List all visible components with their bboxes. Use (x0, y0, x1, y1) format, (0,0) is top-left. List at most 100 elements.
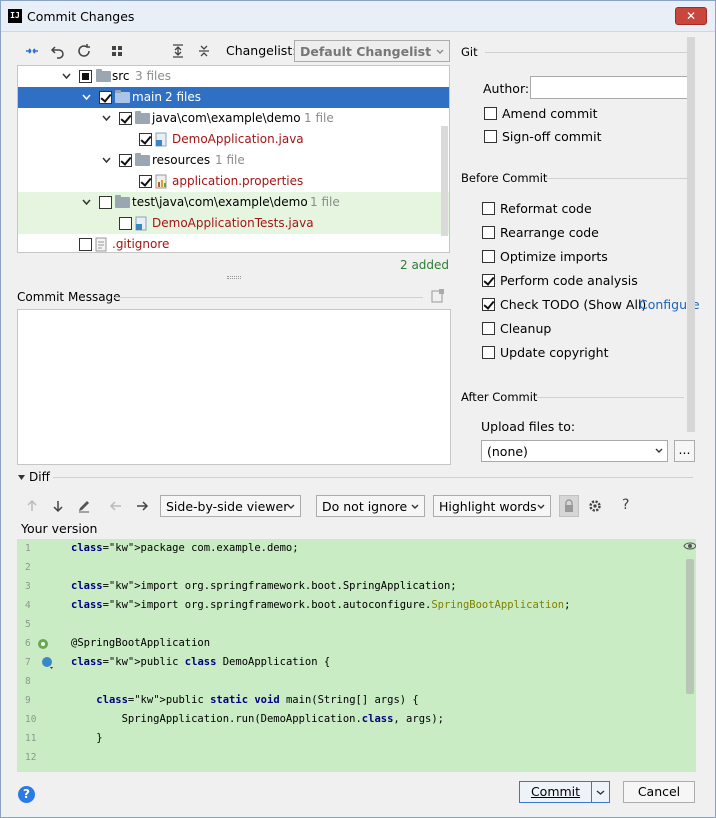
message-history-icon[interactable] (429, 287, 447, 305)
line-number: 5 (25, 619, 31, 630)
chevron-down-icon[interactable] (102, 114, 111, 123)
code-line: 5 (17, 615, 696, 634)
tree-checkbox[interactable] (139, 133, 152, 146)
help-icon-diff[interactable]: ? (622, 497, 629, 513)
show-diff-icon[interactable] (23, 42, 41, 60)
git-section-title: Git (461, 45, 478, 59)
divider (546, 178, 693, 179)
whitespace-dropdown[interactable]: Do not ignore (316, 495, 425, 517)
checkbox[interactable] (482, 298, 495, 311)
arrow-right-icon[interactable] (133, 497, 151, 515)
chevron-down-icon[interactable] (102, 156, 111, 165)
tree-row[interactable]: src 3 files (18, 66, 449, 87)
whitespace-value: Do not ignore (322, 499, 408, 514)
code-scrollbar[interactable] (686, 559, 694, 694)
changelist-value: Default Changelist (300, 44, 432, 59)
tree-checkbox[interactable] (79, 238, 92, 251)
tree-row[interactable]: DemoApplicationTests.java (18, 213, 449, 234)
tree-checkbox[interactable] (119, 217, 132, 230)
properties-file-icon (155, 174, 167, 189)
tree-row[interactable]: application.properties (18, 171, 449, 192)
help-icon[interactable]: ? (18, 786, 35, 803)
changelist-dropdown[interactable]: Default Changelist (294, 40, 450, 62)
changes-summary: 2 added (400, 258, 450, 272)
splitter-handle[interactable] (227, 276, 241, 279)
chevron-down-icon (655, 448, 663, 453)
tree-row[interactable]: main 2 files (18, 87, 449, 108)
collapse-diff-icon[interactable] (17, 473, 26, 482)
chevron-down-icon[interactable] (82, 198, 91, 207)
tree-row[interactable]: java\com\example\demo 1 file (18, 108, 449, 129)
refresh-icon[interactable] (75, 42, 93, 60)
expand-all-icon[interactable] (169, 42, 187, 60)
chevron-down-icon (436, 49, 444, 54)
collapse-all-icon[interactable] (195, 42, 213, 60)
changes-tree[interactable]: src 3 files main 2 files java\com\exampl… (17, 65, 450, 253)
check-todo-label: Check TODO (Show All) (500, 297, 647, 312)
checkbox[interactable] (482, 274, 495, 287)
chevron-down-icon[interactable] (62, 72, 71, 81)
author-label: Author: (483, 81, 530, 96)
author-input[interactable] (530, 76, 693, 99)
run-class-icon[interactable] (41, 656, 55, 670)
tree-checkbox[interactable] (119, 112, 132, 125)
code-text: class="kw">public static void main(Strin… (96, 694, 419, 706)
line-number: 4 (25, 600, 31, 611)
eye-icon[interactable] (683, 541, 696, 551)
arrow-down-icon[interactable] (49, 497, 67, 515)
chevron-down-icon (287, 504, 295, 509)
tree-row[interactable]: test\java\com\example\demo 1 file (18, 192, 449, 213)
code-line: 9 class="kw">public static void main(Str… (17, 691, 696, 710)
cancel-button[interactable]: Cancel (623, 781, 695, 803)
code-line: 7 class="kw">public class DemoApplication… (17, 653, 696, 672)
tree-item-count: 1 file (304, 111, 334, 125)
tree-row[interactable]: .gitignore (18, 234, 449, 252)
gear-icon[interactable] (586, 497, 604, 515)
tree-checkbox[interactable] (99, 91, 112, 104)
tree-row[interactable]: DemoApplication.java (18, 129, 449, 150)
line-number: 12 (25, 752, 37, 763)
checkbox[interactable] (484, 107, 497, 120)
folder-icon (135, 153, 150, 166)
lock-icon[interactable] (559, 495, 579, 517)
commit-button-label: Commit (530, 784, 581, 799)
intellij-app-icon: IJ (8, 9, 22, 23)
commit-options-button[interactable] (591, 781, 610, 803)
tree-scrollbar[interactable] (441, 126, 448, 236)
undo-icon[interactable] (49, 42, 67, 60)
spring-bean-icon[interactable] (37, 638, 49, 650)
perform-code-analysis-label: Perform code analysis (500, 273, 638, 288)
edit-source-icon[interactable] (75, 497, 93, 515)
commit-message-input[interactable] (17, 309, 451, 465)
checkbox[interactable] (482, 250, 495, 263)
tree-checkbox[interactable] (99, 196, 112, 209)
signoff-commit-label: Sign-off commit (502, 129, 602, 144)
checkbox[interactable] (482, 346, 495, 359)
upload-target-dropdown[interactable]: (none) (481, 440, 668, 462)
options-scrollbar[interactable] (687, 37, 695, 432)
checkbox[interactable] (482, 322, 495, 335)
tree-checkbox[interactable] (79, 70, 92, 83)
code-line: 11 } (17, 729, 696, 748)
arrow-up-icon[interactable] (23, 497, 41, 515)
tree-row[interactable]: resources 1 file (18, 150, 449, 171)
checkbox[interactable] (482, 226, 495, 239)
tree-checkbox[interactable] (139, 175, 152, 188)
highlight-dropdown[interactable]: Highlight words (433, 495, 551, 517)
viewer-mode-dropdown[interactable]: Side-by-side viewer (160, 495, 301, 517)
checkbox[interactable] (482, 202, 495, 215)
arrow-left-icon[interactable] (107, 497, 125, 515)
chevron-down-icon[interactable] (82, 93, 91, 102)
code-viewer[interactable]: 1 class="kw">package com.example.demo; 2 3 c… (17, 539, 696, 772)
code-line: 8 (17, 672, 696, 691)
tree-checkbox[interactable] (119, 154, 132, 167)
checkbox[interactable] (484, 130, 497, 143)
group-by-icon[interactable] (109, 42, 127, 60)
commit-button[interactable]: Commit (519, 781, 592, 803)
tree-item-label: test\java\com\example\demo (132, 195, 308, 209)
tree-item-label: application.properties (172, 174, 304, 188)
close-button[interactable]: ✕ (675, 7, 707, 25)
line-number: 11 (25, 733, 37, 744)
tree-item-count: 2 files (165, 90, 201, 104)
browse-button[interactable]: ... (674, 440, 695, 462)
